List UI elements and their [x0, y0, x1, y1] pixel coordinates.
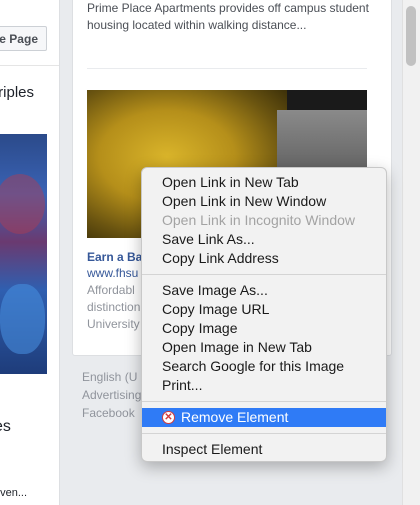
menu-item-copy-link-address[interactable]: Copy Link Address	[142, 249, 386, 268]
menu-item-save-link-as[interactable]: Save Link As...	[142, 230, 386, 249]
scrollbar-thumb[interactable]	[406, 6, 416, 66]
remove-circle-icon: ✕	[162, 411, 175, 424]
feed-divider	[0, 65, 59, 66]
menu-separator	[142, 401, 386, 402]
photo-detail	[0, 174, 45, 234]
menu-item-open-link-new-window[interactable]: Open Link in New Window	[142, 192, 386, 211]
menu-item-copy-image[interactable]: Copy Image	[142, 319, 386, 338]
menu-separator	[142, 274, 386, 275]
ad-title-link[interactable]: Earn a Ba	[87, 250, 142, 264]
scrollbar-track[interactable]	[402, 0, 420, 505]
menu-item-copy-image-url[interactable]: Copy Image URL	[142, 300, 386, 319]
feed-post-photo[interactable]	[0, 134, 47, 374]
photo-detail	[0, 284, 45, 354]
ad-divider	[87, 68, 367, 69]
menu-item-search-google-image[interactable]: Search Google for this Image	[142, 357, 386, 376]
like-page-button[interactable]: e Page	[0, 26, 47, 51]
menu-item-open-link-incognito: Open Link in Incognito Window	[162, 212, 355, 228]
news-feed-column: e Page triples es even...	[0, 0, 60, 505]
menu-item-inspect-element[interactable]: Inspect Element	[142, 440, 386, 459]
menu-item-print[interactable]: Print...	[142, 376, 386, 395]
menu-item-open-image-new-tab[interactable]: Open Image in New Tab	[142, 338, 386, 357]
menu-item-open-link-new-tab[interactable]: Open Link in New Tab	[142, 173, 386, 192]
ad-description[interactable]: Prime Place Apartments provides off camp…	[87, 0, 377, 34]
context-menu: Open Link in New Tab Open Link in New Wi…	[141, 167, 387, 462]
feed-post-text: triples	[0, 84, 35, 101]
feed-post-caption: es	[0, 418, 11, 435]
menu-separator	[142, 433, 386, 434]
menu-item-save-image-as[interactable]: Save Image As...	[142, 281, 386, 300]
menu-item-label: Remove Element	[181, 409, 289, 425]
menu-item-remove-element[interactable]: ✕ Remove Element	[142, 408, 386, 427]
feed-post-see-more[interactable]: even...	[0, 487, 27, 499]
ad-url-link[interactable]: www.fhsu	[87, 266, 138, 280]
